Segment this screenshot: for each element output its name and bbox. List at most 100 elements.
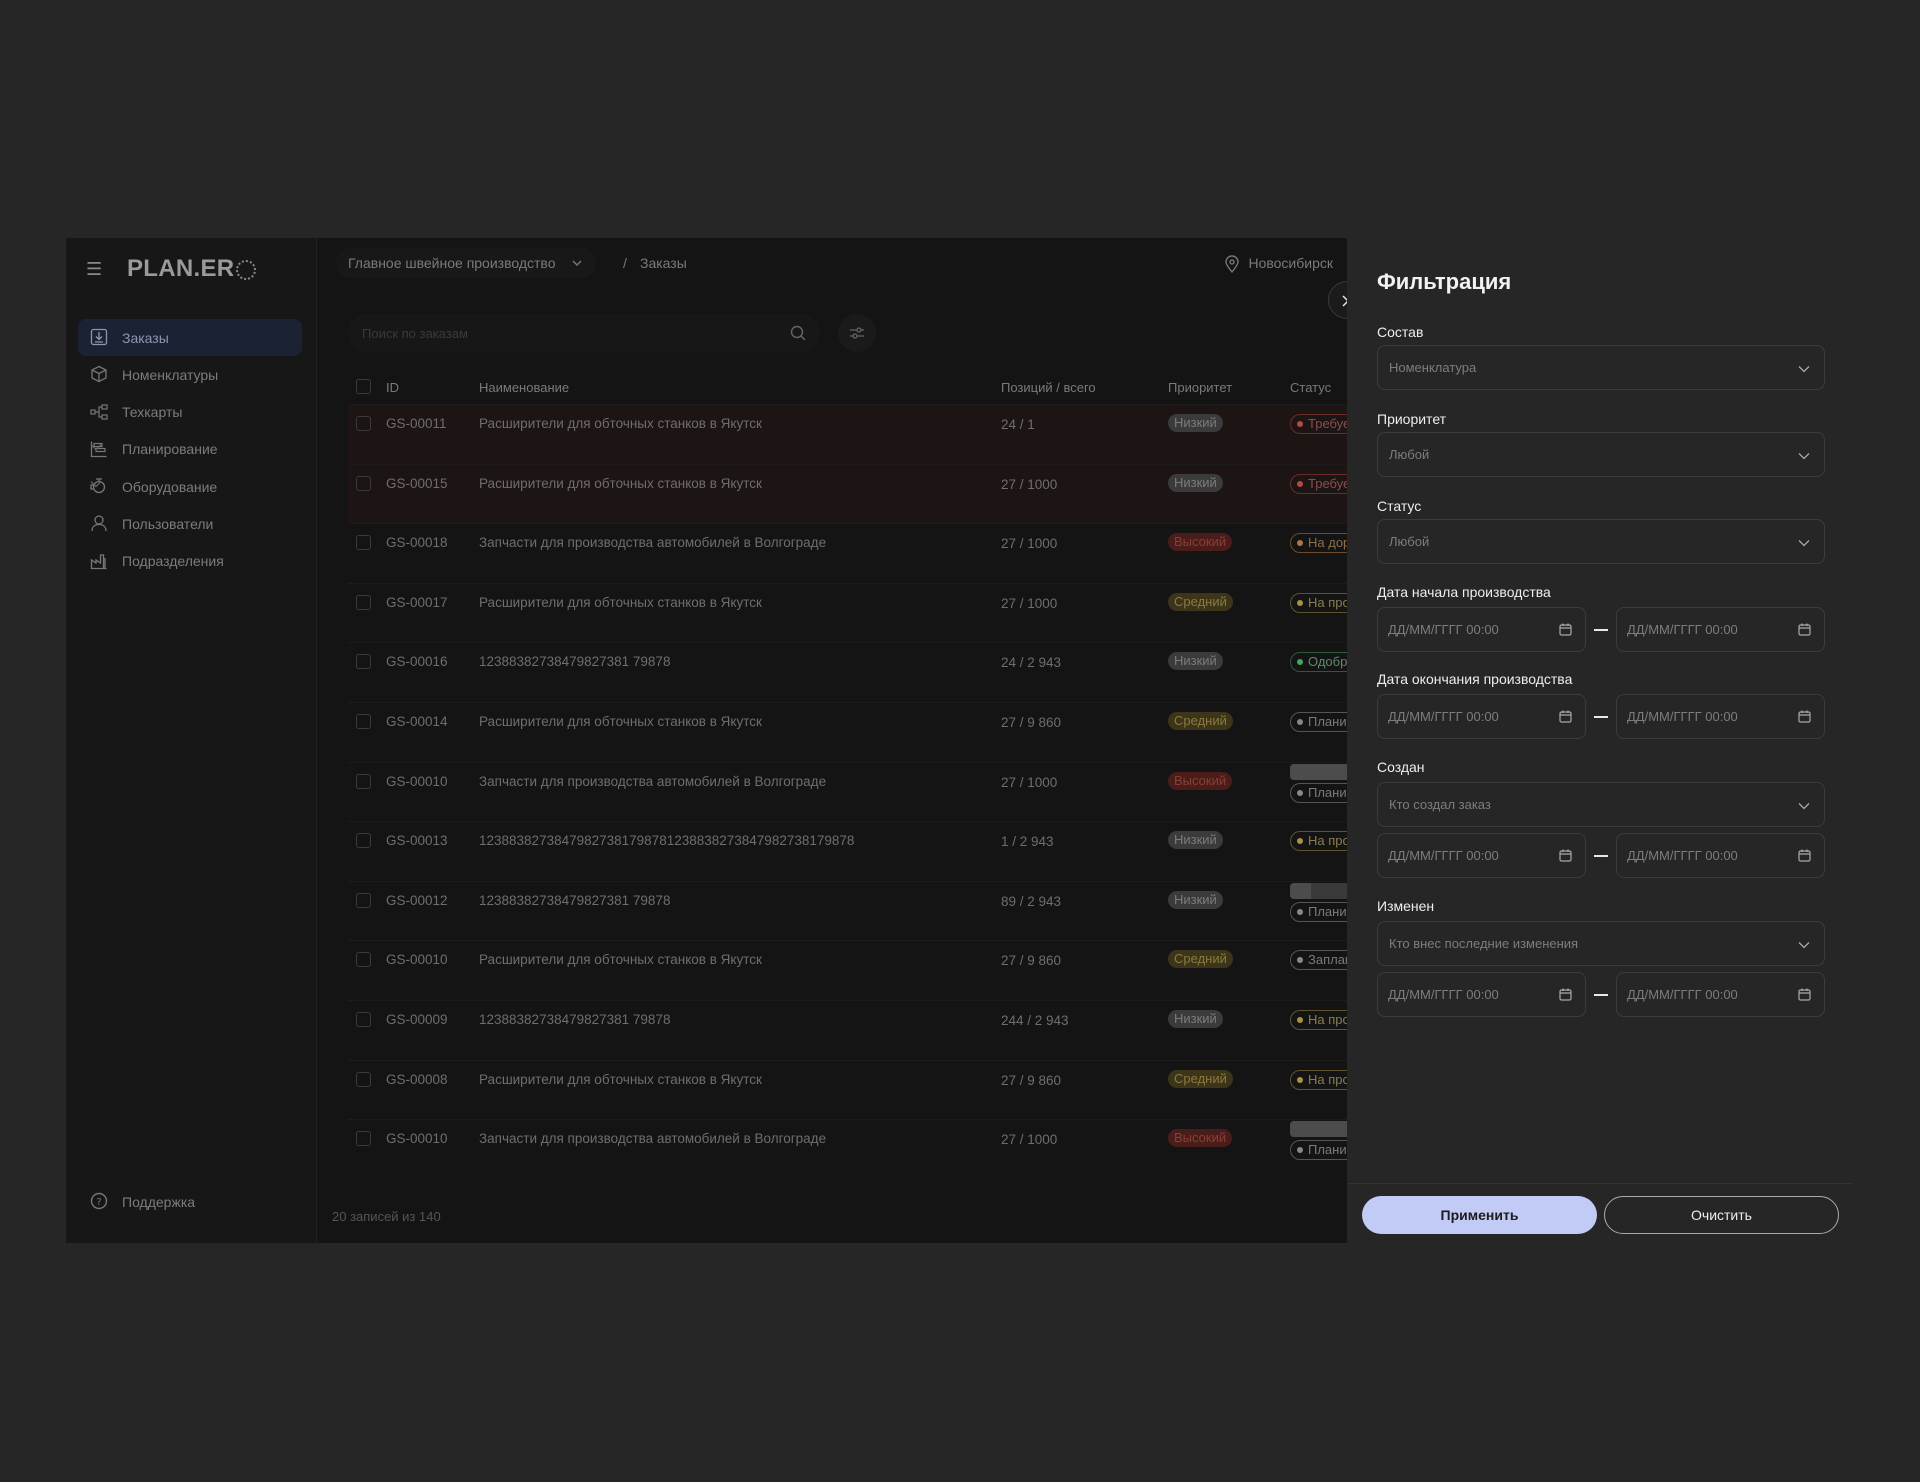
modified-from-placeholder: ДД/ММ/ГГГГ 00:00: [1388, 987, 1499, 1002]
table-row[interactable]: GS-00014 Расширители для обточных станков…: [348, 701, 1347, 762]
header-id[interactable]: ID: [386, 380, 399, 395]
modified-from-field[interactable]: ДД/ММ/ГГГГ 00:00: [1377, 972, 1586, 1017]
order-id[interactable]: GS-00011: [386, 416, 447, 431]
filter-button[interactable]: [838, 314, 876, 352]
date-range-dash: [1594, 716, 1608, 718]
table-row[interactable]: GS-00017 Расширители для обточных станков…: [348, 582, 1347, 643]
header-name[interactable]: Наименование: [479, 380, 569, 395]
svg-text:?: ?: [96, 1197, 101, 1208]
sidebar-item-5[interactable]: Пользователи: [78, 505, 302, 542]
created-to-field[interactable]: ДД/ММ/ГГГГ 00:00: [1616, 833, 1825, 878]
table-row[interactable]: GS-00018 Запчасти для производства автомо…: [348, 523, 1347, 583]
order-name[interactable]: 12388382738479827381 79878: [479, 654, 670, 669]
priority-select[interactable]: Любой: [1377, 432, 1825, 477]
order-id[interactable]: GS-00015: [386, 476, 448, 491]
end-date-to-field[interactable]: ДД/ММ/ГГГГ 00:00: [1616, 694, 1825, 739]
order-name[interactable]: Расширители для обточных станков в Якутс…: [479, 714, 762, 729]
order-name[interactable]: Расширители для обточных станков в Якутс…: [479, 595, 762, 610]
menu-icon[interactable]: ☰: [86, 260, 108, 280]
end-date-from-field[interactable]: ДД/ММ/ГГГГ 00:00: [1377, 694, 1586, 739]
table-row[interactable]: GS-00015 Расширители для обточных станков…: [348, 463, 1347, 524]
start-date-to-field[interactable]: ДД/ММ/ГГГГ 00:00: [1616, 607, 1825, 652]
table-row[interactable]: GS-00012 12388382738479827381 79878 89 / 2…: [348, 880, 1347, 941]
order-name[interactable]: Расширители для обточных станков в Якутс…: [479, 416, 762, 431]
order-name[interactable]: Расширители для обточных станков в Якутс…: [479, 1072, 762, 1087]
row-checkbox[interactable]: [356, 892, 371, 908]
order-id[interactable]: GS-00012: [386, 893, 448, 908]
table-row[interactable]: GS-00009 12388382738479827381 79878 244 / …: [348, 999, 1347, 1060]
row-checkbox[interactable]: [356, 713, 371, 729]
apply-button[interactable]: Применить: [1362, 1196, 1597, 1234]
order-name[interactable]: 12388382738479827381 79878: [479, 893, 670, 908]
sidebar-item-6[interactable]: Подразделения: [78, 543, 302, 580]
row-checkbox[interactable]: [356, 475, 371, 491]
modified-to-field[interactable]: ДД/ММ/ГГГГ 00:00: [1616, 972, 1825, 1017]
row-checkbox[interactable]: [356, 833, 371, 849]
row-checkbox[interactable]: [356, 1071, 371, 1087]
sidebar-item-0[interactable]: Заказы: [78, 319, 302, 356]
sidebar-item-1[interactable]: Номенклатуры: [78, 356, 302, 393]
order-id[interactable]: GS-00016: [386, 654, 448, 669]
sidebar-item-3[interactable]: Планирование: [78, 431, 302, 468]
status-badge: Планирование производства: [1290, 711, 1347, 732]
row-checkbox[interactable]: [356, 773, 371, 789]
order-id[interactable]: GS-00017: [386, 595, 448, 610]
order-id[interactable]: GS-00010: [386, 1131, 448, 1146]
order-id[interactable]: GS-00013: [386, 833, 448, 848]
download-box-icon: [90, 328, 108, 346]
order-id[interactable]: GS-00010: [386, 774, 448, 789]
status-value: Любой: [1389, 534, 1430, 549]
priority-badge: Высокий: [1168, 533, 1233, 552]
table-row[interactable]: GS-00010 Расширители для обточных станков…: [348, 940, 1347, 1000]
order-id[interactable]: GS-00009: [386, 1012, 448, 1027]
start-date-from-field[interactable]: ДД/ММ/ГГГГ 00:00: [1377, 607, 1586, 652]
order-name[interactable]: Запчасти для производства автомобилей в …: [479, 1131, 826, 1146]
row-checkbox[interactable]: [356, 1011, 371, 1027]
order-name[interactable]: Расширители для обточных станков в Якутс…: [479, 476, 762, 491]
status-select[interactable]: Любой: [1377, 519, 1825, 564]
order-name[interactable]: 1238838273847982738179878123883827384798…: [479, 833, 854, 848]
order-name[interactable]: Расширители для обточных станков в Якутс…: [479, 952, 762, 967]
calendar-icon: [1798, 988, 1811, 1001]
row-checkbox[interactable]: [356, 594, 371, 610]
modified-by-select[interactable]: Кто внес последние изменения: [1377, 921, 1825, 966]
composition-select[interactable]: Номенклатура: [1377, 345, 1825, 390]
order-id[interactable]: GS-00014: [386, 714, 448, 729]
order-id[interactable]: GS-00008: [386, 1072, 448, 1087]
workspace-selector[interactable]: Главное швейное производство: [336, 248, 596, 278]
order-name[interactable]: Запчасти для производства автомобилей в …: [479, 774, 826, 789]
chevron-down-icon[interactable]: [90, 480, 102, 488]
order-name[interactable]: Запчасти для производства автомобилей в …: [479, 535, 826, 550]
header-priority[interactable]: Приоритет: [1168, 380, 1232, 395]
header-positions[interactable]: Позиций / всего: [1001, 380, 1096, 395]
status-badge: Планирование производства: [1290, 901, 1347, 922]
row-checkbox[interactable]: [356, 654, 371, 670]
order-id[interactable]: GS-00018: [386, 535, 448, 550]
search-input[interactable]: Поиск по заказам: [348, 314, 820, 352]
row-checkbox[interactable]: [356, 1131, 371, 1147]
created-by-select[interactable]: Кто создал заказ: [1377, 782, 1825, 827]
clear-button[interactable]: Очистить: [1604, 1196, 1839, 1234]
header-status[interactable]: Статус: [1290, 380, 1331, 395]
location[interactable]: Новосибирск: [1224, 255, 1333, 273]
table-row[interactable]: GS-00013 12388382738479827381798781238838…: [348, 821, 1347, 881]
created-from-field[interactable]: ДД/ММ/ГГГГ 00:00: [1377, 833, 1586, 878]
table-row[interactable]: GS-00008 Расширители для обточных станков…: [348, 1059, 1347, 1120]
sidebar-item-4[interactable]: Оборудование: [78, 468, 302, 505]
created-from-placeholder: ДД/ММ/ГГГГ 00:00: [1388, 848, 1499, 863]
table-row[interactable]: GS-00016 12388382738479827381 79878 24 / 2…: [348, 642, 1347, 702]
order-name[interactable]: 12388382738479827381 79878: [479, 1012, 670, 1027]
row-checkbox[interactable]: [356, 535, 371, 551]
sidebar-item-2[interactable]: Техкарты: [78, 394, 302, 431]
table-row[interactable]: GS-00010 Запчасти для производства автомо…: [348, 761, 1347, 822]
select-all-checkbox[interactable]: [356, 379, 371, 394]
chevron-down-icon[interactable]: [90, 443, 102, 451]
breadcrumb-current[interactable]: Заказы: [640, 255, 687, 271]
row-checkbox[interactable]: [356, 416, 371, 431]
table-row[interactable]: GS-00010 Запчасти для производства автомо…: [348, 1119, 1347, 1179]
table-row[interactable]: GS-00011 Расширители для обточных станков…: [348, 404, 1347, 464]
support-link[interactable]: ? Поддержка: [78, 1184, 195, 1220]
order-id[interactable]: GS-00010: [386, 952, 448, 967]
row-checkbox[interactable]: [356, 952, 371, 968]
factory-icon: [90, 554, 107, 569]
